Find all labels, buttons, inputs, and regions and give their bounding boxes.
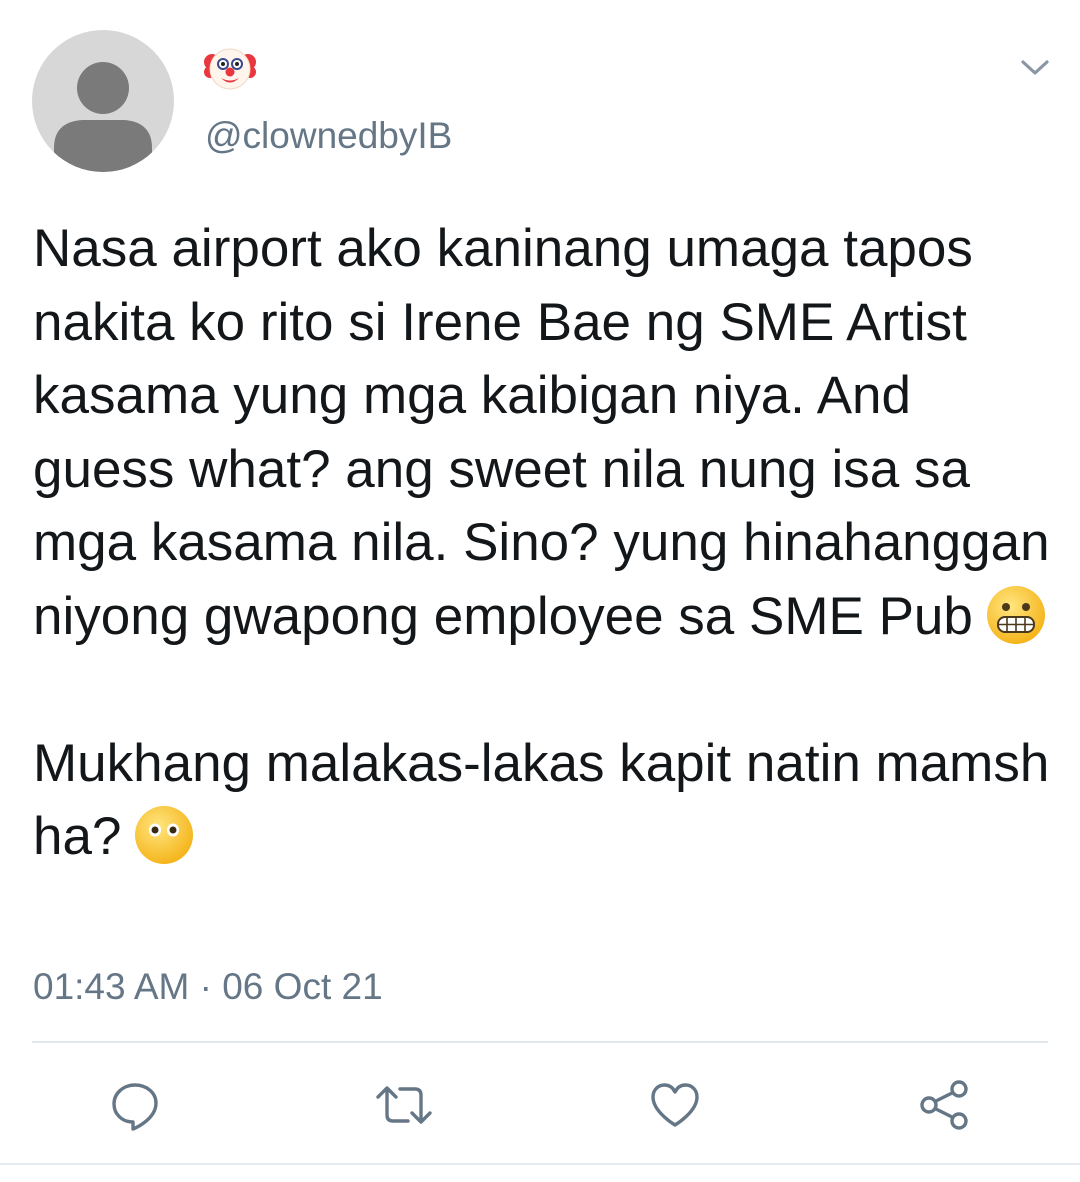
display-name-clown-emoji[interactable] (204, 42, 256, 94)
clown-face-icon (204, 48, 256, 90)
tweet-paragraph-text: Nasa airport ako kaninang umaga tapos na… (33, 219, 1050, 646)
face-without-mouth-emoji-icon (133, 804, 195, 866)
tweet-text: Nasa airport ako kaninang umaga tapos na… (33, 212, 1053, 874)
share-button[interactable] (910, 1070, 980, 1140)
divider (32, 1041, 1048, 1043)
tweet-paragraph: Nasa airport ako kaninang umaga tapos na… (33, 212, 1053, 653)
avatar[interactable] (32, 30, 174, 172)
bottom-divider (0, 1163, 1080, 1165)
tweet-action-bar (0, 1070, 1080, 1140)
chevron-down-icon[interactable] (1018, 56, 1052, 80)
retweet-button[interactable] (369, 1070, 439, 1140)
tweet-timestamp[interactable]: 01:43 AM · 06 Oct 21 (33, 964, 383, 1010)
retweet-icon (376, 1086, 432, 1124)
tweet-date: 06 Oct 21 (222, 966, 383, 1007)
heart-icon (651, 1083, 699, 1127)
grimacing-face-emoji-icon (985, 584, 1047, 646)
meta-separator: · (199, 966, 212, 1007)
tweet-time: 01:43 AM (33, 966, 190, 1007)
default-profile-icon (54, 62, 152, 172)
reply-button[interactable] (100, 1070, 170, 1140)
user-handle[interactable]: @clownedbyIB (205, 114, 452, 158)
reply-icon (112, 1083, 158, 1131)
tweet-paragraph: Mukhang malakas-lakas kapit natin mamsh … (33, 727, 1053, 874)
like-button[interactable] (640, 1070, 710, 1140)
share-icon (920, 1080, 968, 1130)
